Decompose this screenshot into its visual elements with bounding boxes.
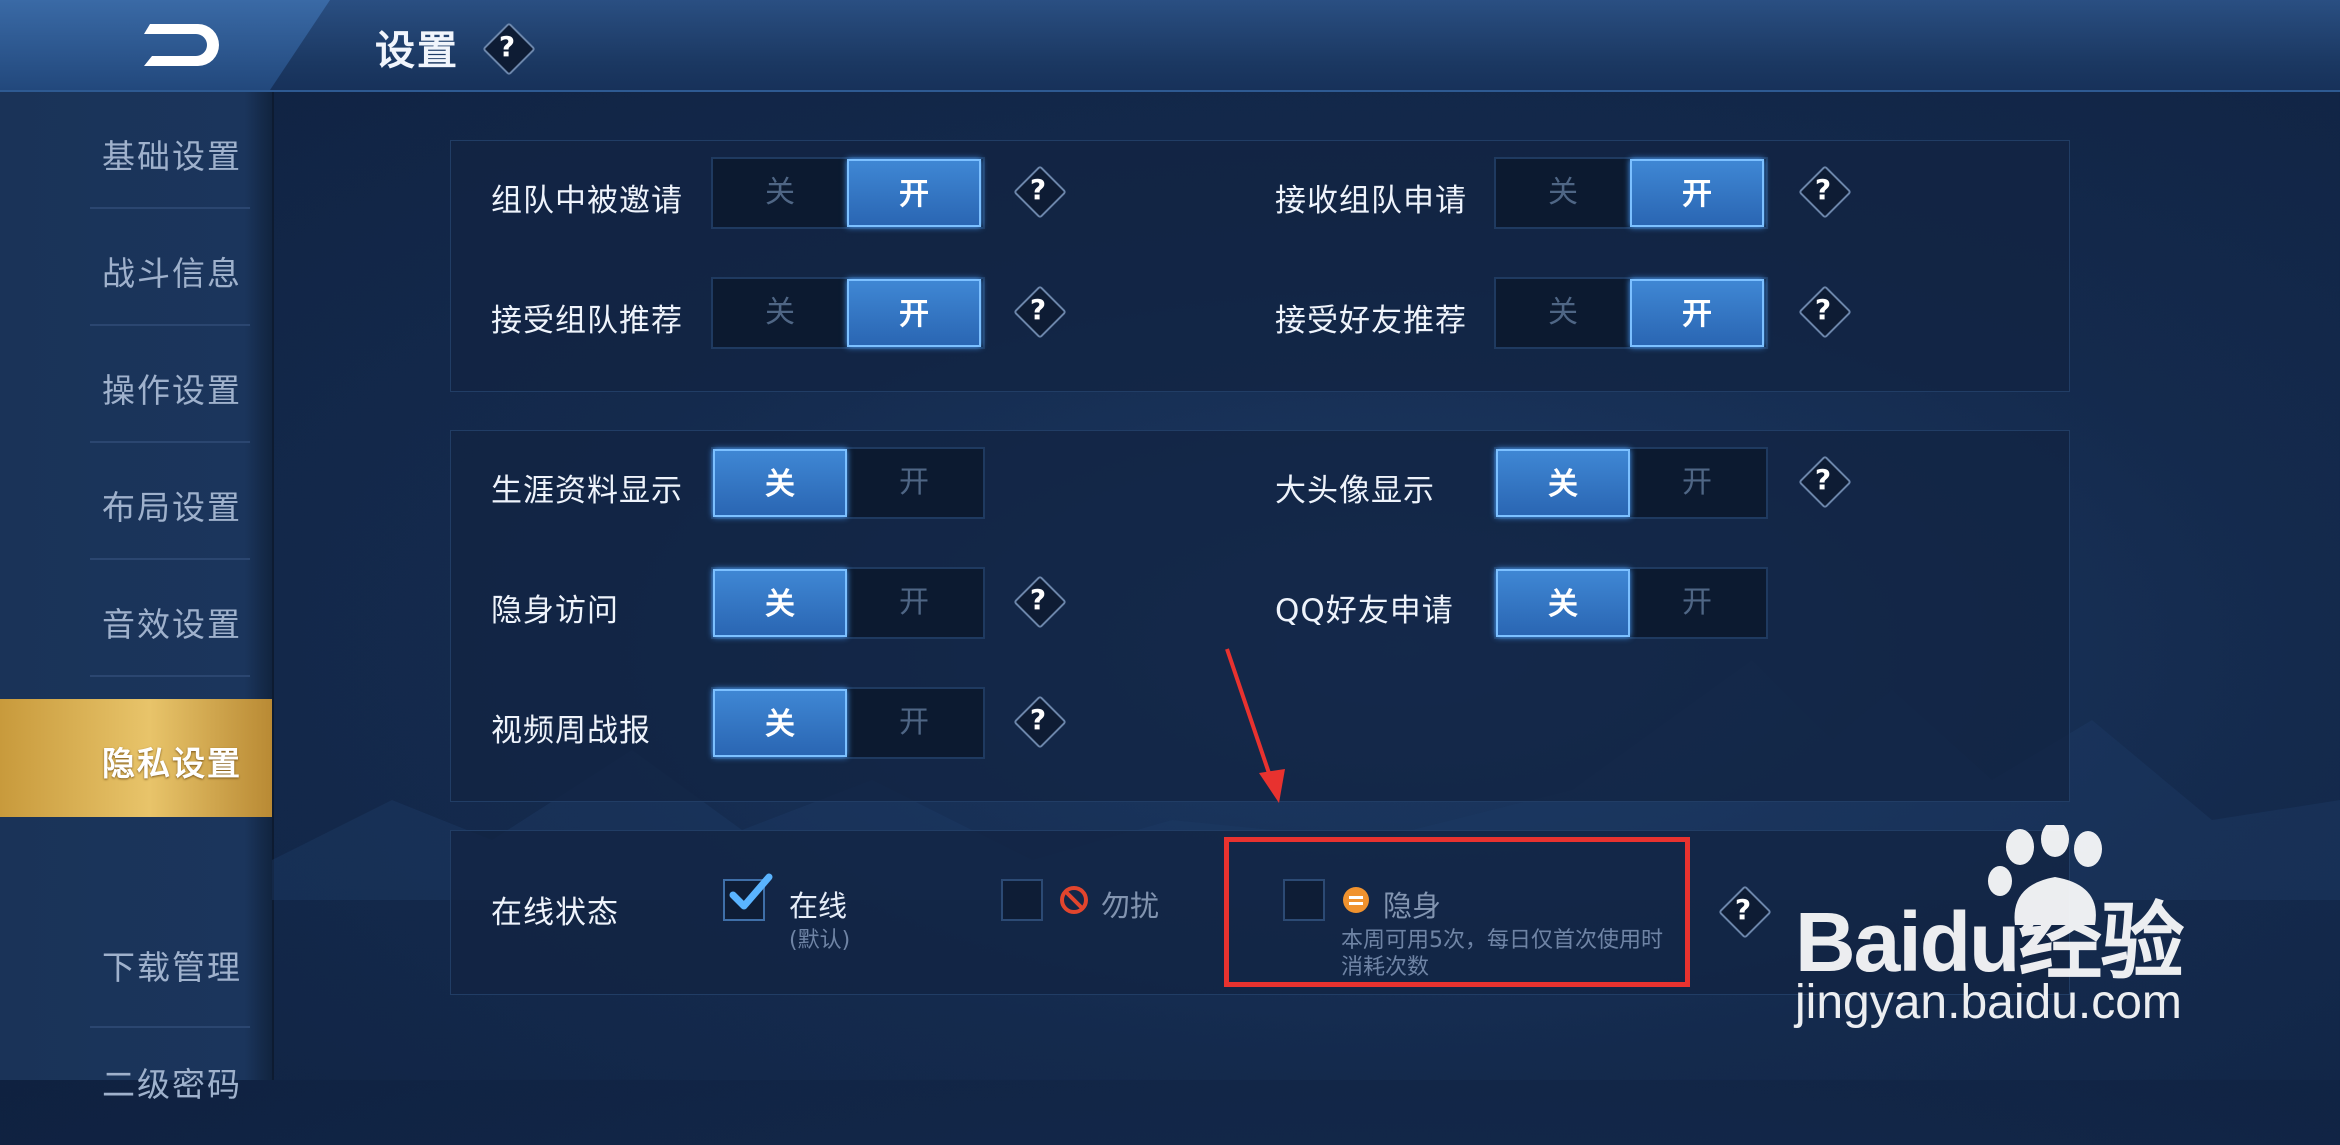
sidebar-item-basic[interactable]: 基础设置 [0, 92, 272, 209]
help-icon[interactable]: ? [1796, 283, 1850, 337]
toggle-on-option[interactable]: 开 [847, 159, 981, 227]
toggle-big-avatar[interactable]: 关 开 [1494, 447, 1768, 519]
toggle-team-recommend[interactable]: 关 开 [711, 277, 985, 349]
help-icon[interactable]: ? [1796, 453, 1850, 507]
sidebar-item-label: 基础设置 [102, 137, 242, 176]
setting-label-team-recommend: 接受组队推荐 [491, 303, 683, 339]
setting-label-friend-recommend: 接受好友推荐 [1275, 303, 1467, 339]
setting-label-qq-friend-request: QQ好友申请 [1275, 593, 1454, 629]
toggle-off-option[interactable]: 关 [713, 689, 847, 757]
back-arrow-icon [144, 24, 219, 66]
sidebar-item-label: 操作设置 [102, 371, 242, 410]
toggle-on-option[interactable]: 开 [847, 449, 981, 517]
sidebar-item-layout[interactable]: 布局设置 [0, 443, 272, 560]
dnd-option-label[interactable]: 勿扰 [1101, 883, 1159, 925]
page-title: 设置 [375, 28, 459, 74]
online-option-label[interactable]: 在线 [789, 883, 847, 925]
toggle-off-option[interactable]: 关 [713, 449, 847, 517]
sidebar-item-secondary-password[interactable]: 二级密码 [0, 1028, 272, 1145]
setting-label-invisible-visit: 隐身访问 [491, 593, 619, 629]
help-icon[interactable]: ? [1716, 883, 1770, 937]
team-settings-panel: 组队中被邀请 关 开 ? 接收组队申请 关 开 ? 接受组队推荐 关 开 ? 接… [450, 140, 2070, 392]
toggle-on-option[interactable]: 开 [1630, 569, 1764, 637]
annotation-highlight-box [1224, 837, 1690, 987]
toggle-career-display[interactable]: 关 开 [711, 447, 985, 519]
setting-label-big-avatar: 大头像显示 [1275, 473, 1435, 509]
help-icon[interactable]: ? [1011, 693, 1065, 747]
toggle-off-option[interactable]: 关 [713, 569, 847, 637]
sidebar-item-label: 布局设置 [102, 488, 242, 527]
help-icon[interactable]: ? [1011, 283, 1065, 337]
toggle-on-option[interactable]: 开 [1630, 279, 1764, 347]
checkmark-icon [729, 873, 773, 910]
toggle-off-option[interactable]: 关 [713, 159, 847, 227]
online-default-hint: (默认) [789, 928, 851, 953]
divider [90, 675, 250, 677]
sidebar-item-sound[interactable]: 音效设置 [0, 560, 272, 677]
toggle-off-option[interactable]: 关 [1496, 449, 1630, 517]
online-checkbox[interactable] [723, 873, 773, 921]
title-help-icon[interactable]: ? [480, 20, 534, 74]
toggle-on-option[interactable]: 开 [1630, 449, 1764, 517]
sidebar-item-label: 隐私设置 [102, 744, 242, 783]
toggle-qq-friend-request[interactable]: 关 开 [1494, 567, 1768, 639]
annotation-arrow-icon [1225, 648, 1285, 803]
watermark-url: jingyan.baidu.com [1795, 976, 2182, 1029]
sidebar: 基础设置 战斗信息 操作设置 布局设置 音效设置 隐私设置 下载管理 二级密码 [0, 92, 274, 1104]
toggle-on-option[interactable]: 开 [847, 279, 981, 347]
help-icon[interactable]: ? [1796, 163, 1850, 217]
toggle-team-apply[interactable]: 关 开 [1494, 157, 1768, 229]
setting-label-career-display: 生涯资料显示 [491, 473, 683, 509]
toggle-weekly-video-report[interactable]: 关 开 [711, 687, 985, 759]
toggle-friend-recommend[interactable]: 关 开 [1494, 277, 1768, 349]
setting-label-team-apply: 接收组队申请 [1275, 183, 1467, 219]
toggle-off-option[interactable]: 关 [1496, 159, 1630, 227]
dnd-checkbox[interactable] [1001, 879, 1043, 921]
toggle-on-option[interactable]: 开 [1630, 159, 1764, 227]
toggle-off-option[interactable]: 关 [713, 279, 847, 347]
setting-label-weekly-video-report: 视频周战报 [491, 713, 651, 749]
sidebar-item-privacy[interactable]: 隐私设置 [0, 699, 272, 817]
top-bar: 设置 ? [0, 0, 2340, 92]
sidebar-item-controls[interactable]: 操作设置 [0, 326, 272, 443]
help-icon[interactable]: ? [1011, 163, 1065, 217]
sidebar-item-label: 音效设置 [102, 605, 242, 644]
setting-label-team-invite: 组队中被邀请 [491, 183, 683, 219]
back-button[interactable] [0, 0, 330, 90]
sidebar-item-label: 二级密码 [102, 1065, 242, 1104]
toggle-on-option[interactable]: 开 [847, 569, 981, 637]
online-status-label: 在线状态 [491, 895, 619, 931]
sidebar-item-downloads[interactable]: 下载管理 [0, 911, 272, 1028]
toggle-on-option[interactable]: 开 [847, 689, 981, 757]
sidebar-item-label: 下载管理 [102, 948, 242, 987]
toggle-invisible-visit[interactable]: 关 开 [711, 567, 985, 639]
no-entry-icon [1060, 886, 1088, 914]
help-icon[interactable]: ? [1011, 573, 1065, 627]
sidebar-item-label: 战斗信息 [102, 254, 242, 293]
toggle-off-option[interactable]: 关 [1496, 279, 1630, 347]
sidebar-item-battle-info[interactable]: 战斗信息 [0, 209, 272, 326]
toggle-off-option[interactable]: 关 [1496, 569, 1630, 637]
toggle-team-invite[interactable]: 关 开 [711, 157, 985, 229]
